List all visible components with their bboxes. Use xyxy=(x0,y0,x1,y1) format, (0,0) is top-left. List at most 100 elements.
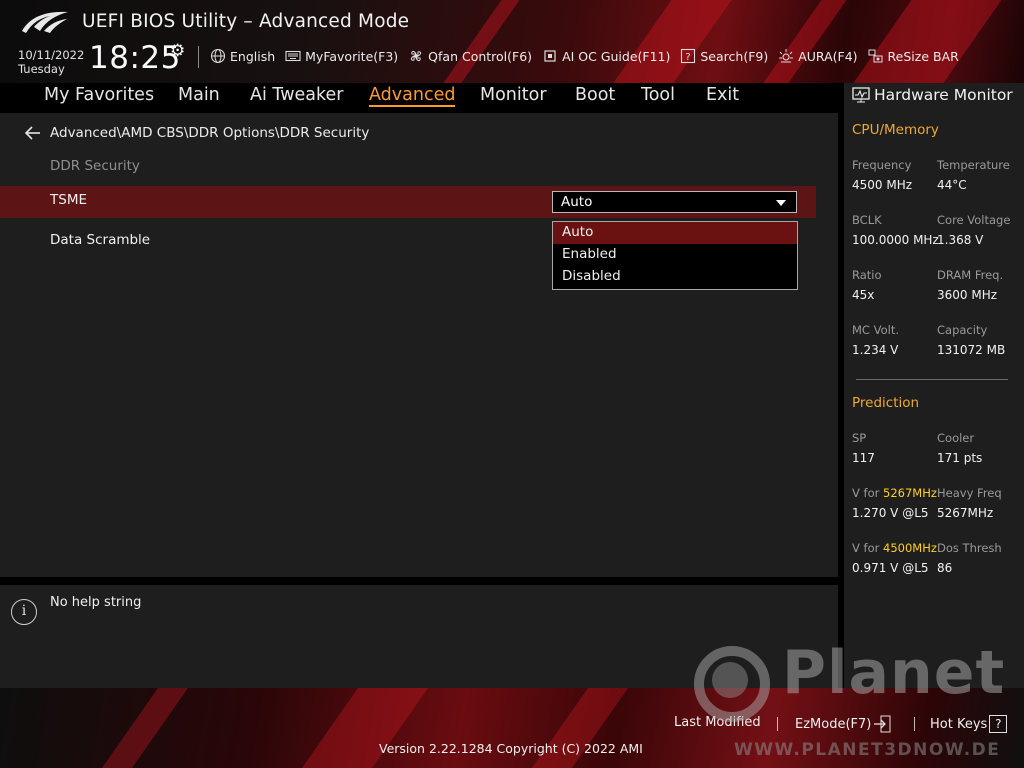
breadcrumb: Advanced\AMD CBS\DDR Options\DDR Securit… xyxy=(50,125,370,141)
tab-advanced[interactable]: Advanced xyxy=(369,85,456,107)
monitor-divider xyxy=(856,379,1008,380)
exit-arrow-icon xyxy=(874,715,891,733)
search-label: Search(F9) xyxy=(700,48,769,64)
stat-frequency: Frequency 4500 MHz xyxy=(852,158,942,192)
stat-label: V for 5267MHz xyxy=(852,486,942,506)
stat-label: Ratio xyxy=(852,268,882,282)
footer-separator xyxy=(914,717,915,731)
stat-label: BCLK xyxy=(852,213,882,227)
hardware-monitor-title: Hardware Monitor xyxy=(852,86,1013,104)
language-button[interactable]: English xyxy=(210,48,275,64)
toolbar-separator xyxy=(198,46,199,68)
footer-bar: Last Modified EzMode(F7) Hot Keys ? Vers… xyxy=(0,688,1024,768)
stat-label: Dos Thresh xyxy=(937,541,1002,555)
title-bar: UEFI BIOS Utility – Advanced Mode 10/11/… xyxy=(0,0,1024,83)
aura-button[interactable]: AURA(F4) xyxy=(778,48,858,64)
dropdown-option-auto[interactable]: Auto xyxy=(553,222,797,244)
tab-tool[interactable]: Tool xyxy=(641,85,675,105)
cpu-memory-heading: CPU/Memory xyxy=(852,122,939,138)
light-icon xyxy=(779,49,794,63)
resize-bar-button[interactable]: ReSize BAR xyxy=(868,48,959,64)
stat-label-prefix: V for xyxy=(852,486,883,500)
stat-value: 45x xyxy=(852,288,875,302)
fan-icon xyxy=(411,50,422,62)
tsme-label: TSME xyxy=(50,192,87,208)
stat-dram-freq: DRAM Freq. 3600 MHz xyxy=(937,268,1024,302)
rog-logo xyxy=(22,11,68,33)
last-modified-button[interactable]: Last Modified xyxy=(674,715,761,730)
stat-temperature: Temperature 44°C xyxy=(937,158,1024,192)
toolbar: English MyFavorite(F3) Qfan Control(F6) … xyxy=(210,46,959,66)
myfavorite-label: MyFavorite(F3) xyxy=(305,48,399,64)
help-text: No help string xyxy=(50,595,142,610)
resize-bar-icon xyxy=(868,49,883,63)
tab-ai-tweaker[interactable]: Ai Tweaker xyxy=(250,85,343,105)
footer-separator xyxy=(777,717,778,731)
app-title: UEFI BIOS Utility – Advanced Mode xyxy=(82,11,410,32)
back-arrow-icon[interactable] xyxy=(24,125,42,141)
myfavorite-button[interactable]: MyFavorite(F3) xyxy=(285,48,398,64)
stat-label-highlight: 4500MHz xyxy=(883,541,937,555)
aioc-guide-button[interactable]: AI OC Guide(F11) xyxy=(542,48,670,64)
tab-exit[interactable]: Exit xyxy=(706,85,739,105)
search-button[interactable]: ? Search(F9) xyxy=(680,48,768,64)
settings-panel: Advanced\AMD CBS\DDR Options\DDR Securit… xyxy=(0,113,838,577)
stat-cooler: Cooler 171 pts xyxy=(937,431,1024,465)
clock[interactable]: 18:25 xyxy=(89,40,181,76)
stat-value: 5267MHz xyxy=(937,506,994,520)
stat-label: Capacity xyxy=(937,323,988,337)
stat-value: 131072 MB xyxy=(937,343,1006,357)
stat-label-prefix: V for xyxy=(852,541,883,555)
stat-sp: SP 117 xyxy=(852,431,942,465)
keyboard-icon xyxy=(285,50,301,62)
stat-value: 1.270 V @L5 xyxy=(852,506,929,520)
qfan-button[interactable]: Qfan Control(F6) xyxy=(408,48,532,64)
language-label: English xyxy=(230,48,276,64)
stat-label: Heavy Freq xyxy=(937,486,1002,500)
chip-icon xyxy=(544,50,556,62)
tab-my-favorites[interactable]: My Favorites xyxy=(44,85,154,105)
stat-bclk: BCLK 100.0000 MHz xyxy=(852,213,942,247)
stat-value: 117 xyxy=(852,451,875,465)
aioc-guide-label: AI OC Guide(F11) xyxy=(562,48,671,64)
stat-label: Frequency xyxy=(852,158,912,172)
ezmode-button[interactable]: EzMode(F7) xyxy=(795,715,891,733)
hotkeys-label: Hot Keys xyxy=(930,716,988,732)
tsme-select-value: Auto xyxy=(561,194,593,210)
svg-text:?: ? xyxy=(686,52,691,63)
dropdown-option-disabled[interactable]: Disabled xyxy=(553,266,797,288)
stat-label: Cooler xyxy=(937,431,975,445)
date-display: 10/11/2022 Tuesday xyxy=(18,48,84,76)
stat-label: V for 4500MHz xyxy=(852,541,942,561)
day-text: Tuesday xyxy=(18,62,65,76)
stat-value: 1.368 V xyxy=(937,233,984,247)
question-box-icon: ? xyxy=(989,715,1008,733)
stat-value: 100.0000 MHz xyxy=(852,233,939,247)
stat-value: 0.971 V @L5 xyxy=(852,561,929,575)
stat-v-for-heavy: V for 5267MHz 1.270 V @L5 xyxy=(852,486,942,520)
tsme-select[interactable]: Auto xyxy=(552,191,797,213)
stat-value: 86 xyxy=(937,561,953,575)
stat-label: DRAM Freq. xyxy=(937,268,1004,282)
ezmode-label: EzMode(F7) xyxy=(795,716,872,732)
stat-dos-thresh: Dos Thresh 86 xyxy=(937,541,1024,575)
aura-label: AURA(F4) xyxy=(798,48,858,64)
help-divider xyxy=(0,577,838,585)
stat-heavy-freq: Heavy Freq 5267MHz xyxy=(937,486,1024,520)
gear-icon[interactable]: ⚙ xyxy=(170,41,185,61)
stat-label: Temperature xyxy=(937,158,1010,172)
resize-bar-label: ReSize BAR xyxy=(887,48,959,64)
tab-boot[interactable]: Boot xyxy=(575,85,615,105)
main-nav: My Favorites Main Ai Tweaker Advanced Mo… xyxy=(0,83,838,113)
stat-label: Core Voltage xyxy=(937,213,1011,227)
hotkeys-button[interactable]: Hot Keys ? xyxy=(930,715,1008,733)
stat-core-voltage: Core Voltage 1.368 V xyxy=(937,213,1024,247)
stat-label: MC Volt. xyxy=(852,323,899,337)
dropdown-option-enabled[interactable]: Enabled xyxy=(553,244,797,266)
qfan-label: Qfan Control(F6) xyxy=(428,48,533,64)
tab-main[interactable]: Main xyxy=(178,85,220,105)
help-panel: i No help string xyxy=(0,585,838,688)
data-scramble-label[interactable]: Data Scramble xyxy=(50,232,150,248)
tsme-dropdown-list: Auto Enabled Disabled xyxy=(552,221,798,290)
tab-monitor[interactable]: Monitor xyxy=(480,85,547,105)
